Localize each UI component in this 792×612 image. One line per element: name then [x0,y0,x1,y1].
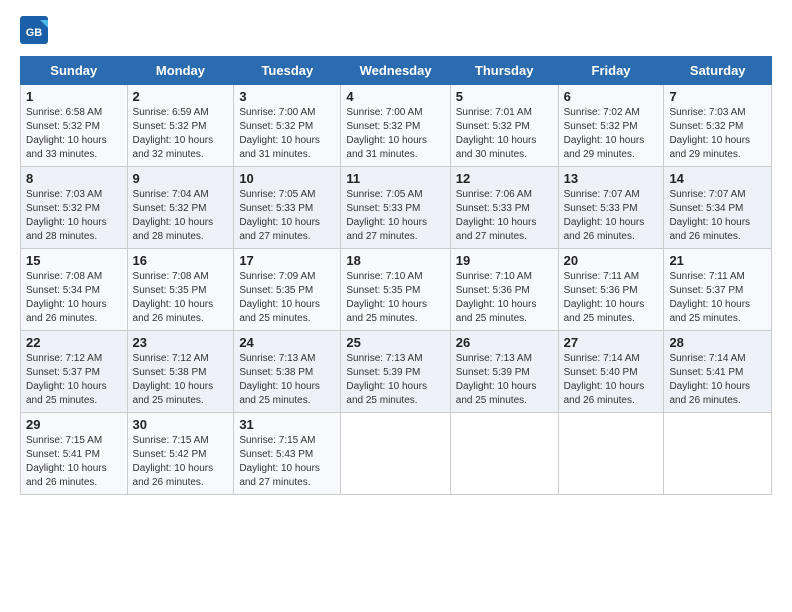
weekday-header-row: SundayMondayTuesdayWednesdayThursdayFrid… [21,57,772,85]
calendar-day-2: 2Sunrise: 6:59 AMSunset: 5:32 PMDaylight… [127,85,234,167]
svg-text:GB: GB [26,27,43,39]
calendar-day-21: 21Sunrise: 7:11 AMSunset: 5:37 PMDayligh… [664,249,772,331]
calendar-day-25: 25Sunrise: 7:13 AMSunset: 5:39 PMDayligh… [341,331,450,413]
logo-icon: GB [20,16,48,44]
calendar-day-17: 17Sunrise: 7:09 AMSunset: 5:35 PMDayligh… [234,249,341,331]
calendar-week-1: 1Sunrise: 6:58 AMSunset: 5:32 PMDaylight… [21,85,772,167]
calendar-empty-cell [450,413,558,495]
weekday-monday: Monday [127,57,234,85]
calendar-day-4: 4Sunrise: 7:00 AMSunset: 5:32 PMDaylight… [341,85,450,167]
calendar-day-23: 23Sunrise: 7:12 AMSunset: 5:38 PMDayligh… [127,331,234,413]
calendar-day-11: 11Sunrise: 7:05 AMSunset: 5:33 PMDayligh… [341,167,450,249]
calendar-day-26: 26Sunrise: 7:13 AMSunset: 5:39 PMDayligh… [450,331,558,413]
calendar-table: SundayMondayTuesdayWednesdayThursdayFrid… [20,56,772,495]
calendar-body: 1Sunrise: 6:58 AMSunset: 5:32 PMDaylight… [21,85,772,495]
calendar-day-7: 7Sunrise: 7:03 AMSunset: 5:32 PMDaylight… [664,85,772,167]
weekday-friday: Friday [558,57,664,85]
calendar-day-16: 16Sunrise: 7:08 AMSunset: 5:35 PMDayligh… [127,249,234,331]
weekday-saturday: Saturday [664,57,772,85]
calendar-day-29: 29Sunrise: 7:15 AMSunset: 5:41 PMDayligh… [21,413,128,495]
weekday-wednesday: Wednesday [341,57,450,85]
calendar-day-27: 27Sunrise: 7:14 AMSunset: 5:40 PMDayligh… [558,331,664,413]
calendar-day-31: 31Sunrise: 7:15 AMSunset: 5:43 PMDayligh… [234,413,341,495]
calendar-empty-cell [664,413,772,495]
calendar-day-5: 5Sunrise: 7:01 AMSunset: 5:32 PMDaylight… [450,85,558,167]
calendar-day-12: 12Sunrise: 7:06 AMSunset: 5:33 PMDayligh… [450,167,558,249]
calendar-day-30: 30Sunrise: 7:15 AMSunset: 5:42 PMDayligh… [127,413,234,495]
calendar-day-8: 8Sunrise: 7:03 AMSunset: 5:32 PMDaylight… [21,167,128,249]
calendar-empty-cell [558,413,664,495]
calendar-empty-cell [341,413,450,495]
calendar-day-6: 6Sunrise: 7:02 AMSunset: 5:32 PMDaylight… [558,85,664,167]
calendar-day-13: 13Sunrise: 7:07 AMSunset: 5:33 PMDayligh… [558,167,664,249]
calendar-week-3: 15Sunrise: 7:08 AMSunset: 5:34 PMDayligh… [21,249,772,331]
calendar-day-15: 15Sunrise: 7:08 AMSunset: 5:34 PMDayligh… [21,249,128,331]
calendar-day-28: 28Sunrise: 7:14 AMSunset: 5:41 PMDayligh… [664,331,772,413]
weekday-thursday: Thursday [450,57,558,85]
calendar-day-3: 3Sunrise: 7:00 AMSunset: 5:32 PMDaylight… [234,85,341,167]
logo: GB [20,16,52,44]
calendar-day-10: 10Sunrise: 7:05 AMSunset: 5:33 PMDayligh… [234,167,341,249]
weekday-tuesday: Tuesday [234,57,341,85]
calendar-day-19: 19Sunrise: 7:10 AMSunset: 5:36 PMDayligh… [450,249,558,331]
calendar-week-5: 29Sunrise: 7:15 AMSunset: 5:41 PMDayligh… [21,413,772,495]
calendar-day-20: 20Sunrise: 7:11 AMSunset: 5:36 PMDayligh… [558,249,664,331]
calendar-day-22: 22Sunrise: 7:12 AMSunset: 5:37 PMDayligh… [21,331,128,413]
calendar-day-18: 18Sunrise: 7:10 AMSunset: 5:35 PMDayligh… [341,249,450,331]
calendar-day-24: 24Sunrise: 7:13 AMSunset: 5:38 PMDayligh… [234,331,341,413]
weekday-sunday: Sunday [21,57,128,85]
calendar-day-1: 1Sunrise: 6:58 AMSunset: 5:32 PMDaylight… [21,85,128,167]
calendar-day-9: 9Sunrise: 7:04 AMSunset: 5:32 PMDaylight… [127,167,234,249]
calendar-week-2: 8Sunrise: 7:03 AMSunset: 5:32 PMDaylight… [21,167,772,249]
calendar-day-14: 14Sunrise: 7:07 AMSunset: 5:34 PMDayligh… [664,167,772,249]
calendar-week-4: 22Sunrise: 7:12 AMSunset: 5:37 PMDayligh… [21,331,772,413]
